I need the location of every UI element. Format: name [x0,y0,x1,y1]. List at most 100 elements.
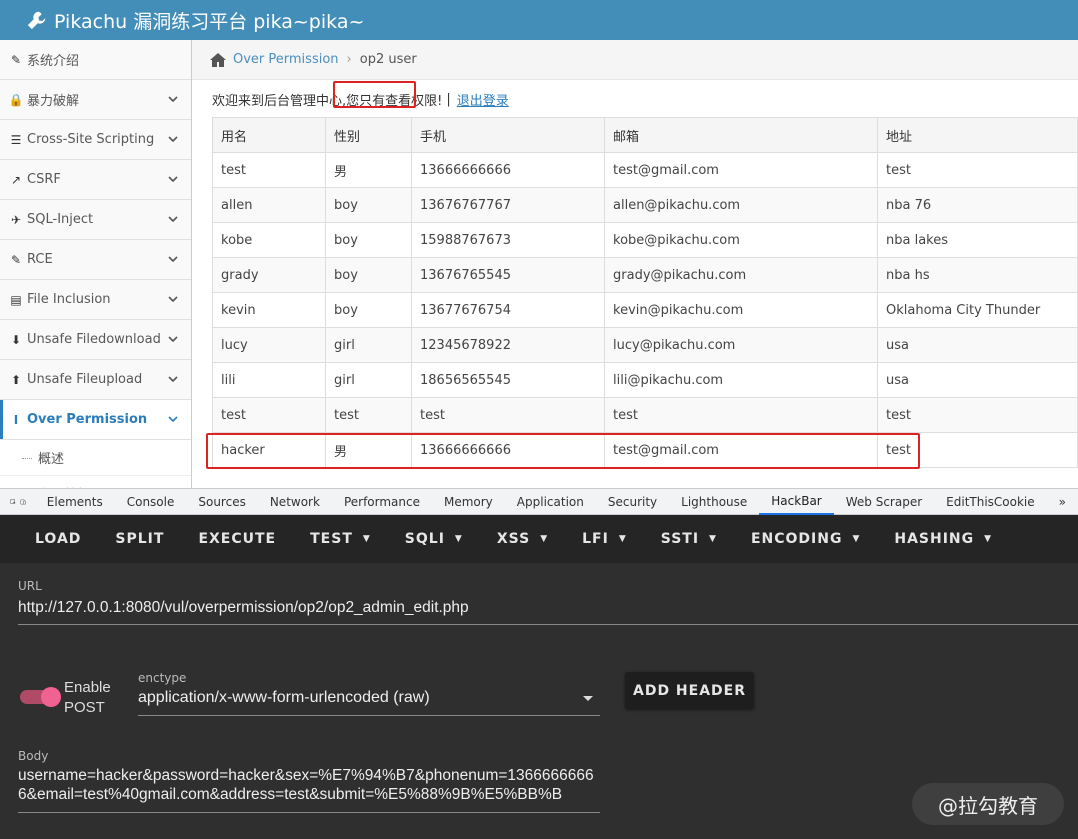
home-icon[interactable] [209,52,227,68]
table-header-row: 用名 性别 手机 邮箱 地址 [212,117,1078,153]
table-cell: test [877,397,1078,433]
hackbar-menu-ssti[interactable]: SSTI ▼ [644,531,734,547]
devtools-tab-editthiscookie[interactable]: EditThisCookie [934,488,1047,515]
breadcrumb-parent-link[interactable]: Over Permission [233,52,339,67]
chevron-down-icon [168,376,178,383]
hackbar-menu-execute[interactable]: EXECUTE [181,531,293,547]
toggle-knob[interactable] [41,687,61,707]
lock-icon: 🔒 [8,92,24,107]
table-cell: kobe@pikachu.com [604,222,878,258]
hackbar-menu-encoding[interactable]: ENCODING ▼ [734,531,877,547]
sidebar-item-label: 系统介绍 [27,54,80,69]
add-header-button[interactable]: ADD HEADER [625,672,754,709]
table-row: kobe boy 15988767673 kobe@pikachu.com nba la… [212,222,1078,258]
enable-post-label-2: POST [64,699,105,716]
hackbar-menu-lfi[interactable]: LFI ▼ [565,531,644,547]
enable-post-toggle[interactable] [20,687,61,707]
enctype-underline [138,715,600,716]
table-cell: lili@pikachu.com [604,362,878,398]
sidebar-item-label: Cross-Site Scripting [27,132,155,147]
sidebar-subitem[interactable]: 水平越权 [0,476,191,488]
sidebar-item-sql-inject[interactable]: ✈ SQL-Inject [0,200,191,240]
text-height-icon: I [13,412,19,427]
table-cell: 13677676754 [411,292,605,328]
devtools-tab-sources[interactable]: Sources [186,488,257,515]
url-input[interactable]: http://127.0.0.1:8080/vul/overpermission… [18,599,469,617]
devtools-tab-hackbar[interactable]: HackBar [759,488,834,515]
sidebar-item-unsafe-filedownload[interactable]: ⬇ Unsafe Filedownload [0,320,191,360]
table-cell: 男 [325,152,412,188]
devtools-tab-list: Elements Console Sources Network Performance… [35,488,1078,515]
sidebar-item-unsafe-fileupload[interactable]: ⬆ Unsafe Fileupload [0,360,191,400]
table-cell: 13676765545 [411,257,605,293]
hackbar-menu-sqli[interactable]: SQLI ▼ [388,531,480,547]
sidebar-item-label: Unsafe Fileupload [27,372,143,387]
table-cell: lucy [212,327,326,363]
devtools-tab-console[interactable]: Console [115,488,187,515]
body-textarea-line-1[interactable]: username=hacker&password=hacker&sex=%E7%… [18,767,594,785]
app-header: Pikachu 漏洞练习平台 pika~pika~ [0,0,1078,40]
table-cell: allen [212,187,326,223]
sidebar-item-file-inclusion[interactable]: ▤ File Inclusion [0,280,191,320]
upload-icon: ⬆ [10,372,22,387]
caret-down-icon: ▼ [540,534,549,544]
table-row: grady boy 13676765545 grady@pikachu.com nba … [212,257,1078,293]
hackbar-menu-test[interactable]: TEST ▼ [293,531,388,547]
table-cell: usa [877,362,1078,398]
chevron-right-icon: › [346,52,352,67]
hackbar-menu-hashing[interactable]: HASHING ▼ [877,531,1009,547]
devtools-tab-security[interactable]: Security [596,488,669,515]
devtools-tab-[interactable]: » [1047,488,1078,515]
logout-link[interactable]: 退出登录 [457,90,509,109]
hackbar-menu-split[interactable]: SPLIT [98,531,181,547]
sidebar-item-csrf[interactable]: ↗ CSRF [0,160,191,200]
table-cell: 13676767767 [411,187,605,223]
table-cell: 18656565545 [411,362,605,398]
table-cell: test [325,397,412,433]
table-cell: 15988767673 [411,222,605,258]
table-cell: grady@pikachu.com [604,257,878,293]
devtools-tab-web-scraper[interactable]: Web Scraper [834,488,934,515]
sidebar-item-rce[interactable]: ✎ RCE [0,240,191,280]
chevron-down-icon [168,96,178,103]
hackbar-menu-load[interactable]: LOAD [18,531,98,547]
download-icon: ⬇ [10,332,22,347]
devtools-tab-elements[interactable]: Elements [35,488,115,515]
table-cell: usa [877,327,1078,363]
device-toolbar-icon[interactable] [20,493,27,511]
hackbar-menu-label: LFI [582,531,609,547]
sidebar-item-[interactable]: ✎ 系统介绍 [0,40,191,80]
sidebar-subitem[interactable]: 概述 [0,440,191,476]
table-cell: nba 76 [877,187,1078,223]
sidebar-item-[interactable]: 🔒 暴力破解 [0,80,191,120]
devtools-tab-application[interactable]: Application [505,488,596,515]
caret-down-icon: ▼ [709,534,717,544]
body-underline [18,812,600,813]
devtools-tab-lighthouse[interactable]: Lighthouse [669,488,759,515]
body-textarea-line-2[interactable]: 6&email=test%40gmail.com&address=test&su… [18,786,562,804]
column-header: 手机 [411,117,605,153]
hackbar-menu-label: XSS [496,531,531,547]
dropdown-arrow-icon[interactable] [582,695,594,703]
table-row: test 男 13666666666 test@gmail.com test [212,152,1078,188]
sidebar-item-label: RCE [27,252,53,267]
sidebar-item-over-permission[interactable]: I Over Permission [0,400,191,440]
table-row: lili girl 18656565545 lili@pikachu.com usa [212,362,1078,398]
table-cell: allen@pikachu.com [604,187,878,223]
devtools-tab-network[interactable]: Network [258,488,332,515]
sidebar-item-cross-site-scripting[interactable]: ☰ Cross-Site Scripting [0,120,191,160]
main-content: Over Permission › op2 user 欢迎来到后台管理中心, 您只… [192,40,1078,488]
pencil-icon: ✎ [10,252,22,267]
devtools-tab-memory[interactable]: Memory [432,488,505,515]
breadcrumb-current: op2 user [359,52,417,67]
table-cell: kobe [212,222,326,258]
hackbar-menu-xss[interactable]: XSS ▼ [480,531,565,547]
sidebar-item-label: Unsafe Filedownload [27,332,161,347]
inspect-element-icon[interactable] [10,493,16,511]
enctype-select[interactable]: application/x-www-form-urlencoded (raw) [138,689,430,707]
url-input-underline [18,624,1078,625]
devtools-tab-performance[interactable]: Performance [332,488,432,515]
chevron-down-icon [168,136,178,143]
caret-down-icon: ▼ [852,534,861,544]
hackbar-menu-label: TEST [310,531,353,547]
